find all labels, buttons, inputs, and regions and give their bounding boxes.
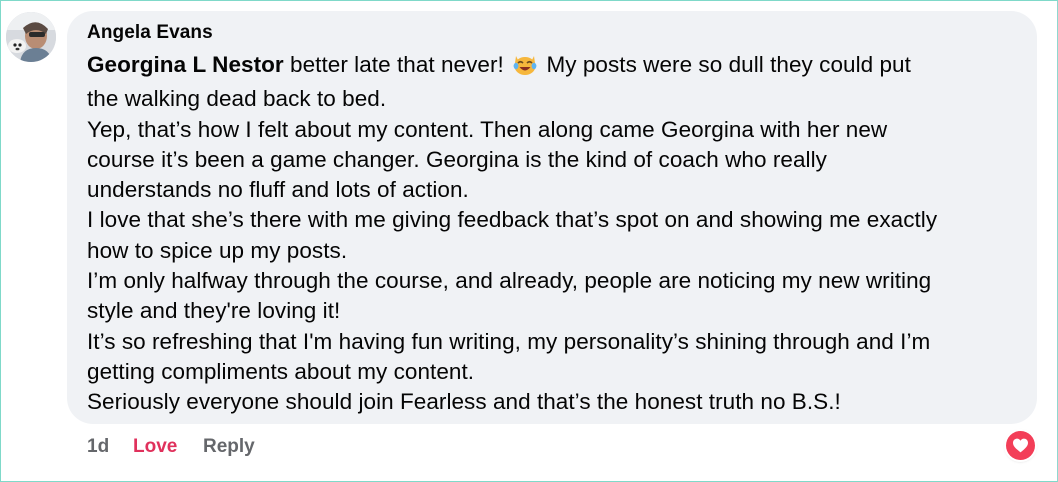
comment-line: getting compliments about my content.	[87, 358, 475, 384]
comment-body: Georgina L Nestor better late that never…	[87, 50, 1032, 418]
comment-line: It’s so refreshing that I'm having fun w…	[87, 328, 931, 354]
comment-author[interactable]: Angela Evans	[87, 22, 213, 44]
comment-line: Yep, that’s how I felt about my content.…	[87, 116, 888, 142]
avatar[interactable]	[6, 12, 56, 62]
comment-line: the walking dead back to bed.	[87, 86, 387, 112]
avatar-photo	[6, 12, 56, 62]
comment-line: I’m only halfway through the course, and…	[87, 268, 932, 294]
love-heart-icon[interactable]	[1006, 431, 1035, 460]
comment-line: how to spice up my posts.	[87, 237, 348, 263]
comment-line: course it’s been a game changer. Georgin…	[87, 146, 827, 172]
comment-line: style and they're loving it!	[87, 298, 341, 324]
reply-button[interactable]: Reply	[203, 436, 255, 458]
comment-timestamp[interactable]: 1d	[87, 436, 109, 458]
mention-link[interactable]: Georgina L Nestor	[87, 52, 284, 77]
laughing-cat-emoji-icon	[512, 52, 538, 84]
love-reaction-button[interactable]: Love	[133, 436, 177, 458]
comment-text: better late that never!	[290, 52, 511, 77]
comment-line: I love that she’s there with me giving f…	[87, 207, 938, 233]
comment-line: Georgina L Nestor better late that never…	[87, 50, 1032, 84]
comment-line: understands no fluff and lots of action.	[87, 177, 469, 203]
heart-glyph-icon	[1013, 438, 1028, 453]
comment-line: Seriously everyone should join Fearless …	[87, 389, 841, 415]
comment-text: My posts were so dull they could put	[540, 52, 911, 77]
